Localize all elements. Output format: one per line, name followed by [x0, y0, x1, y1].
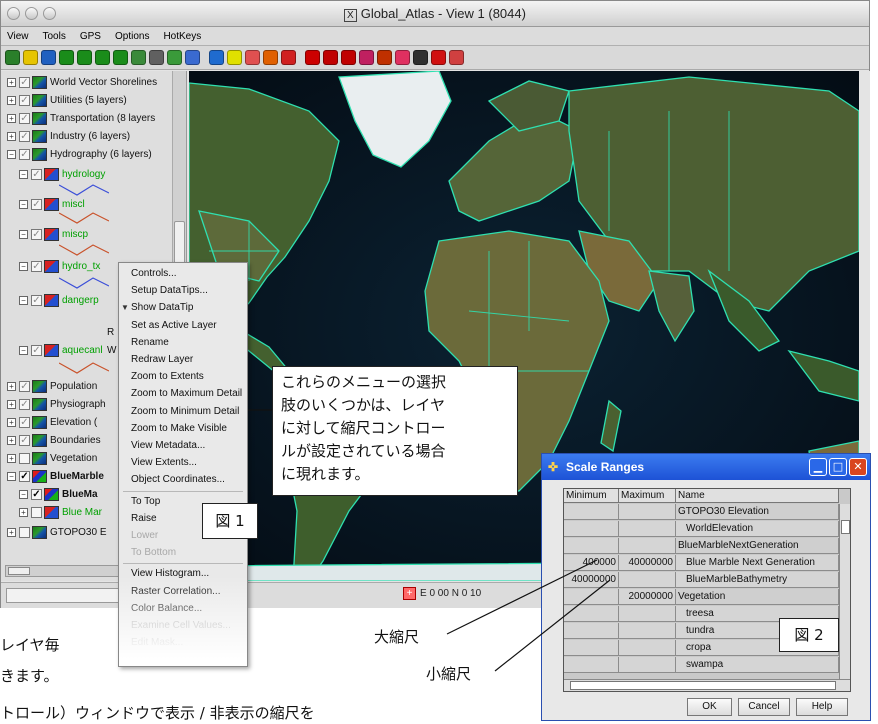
small-scale-leader-line [494, 579, 611, 672]
screenshot-stage: X Global_Atlas - View 1 (8044) View Tools G… [0, 0, 878, 724]
small-scale-label: 小縮尺 [426, 665, 472, 683]
large-scale-leader-line [446, 559, 598, 635]
body-text-line-1: レイヤ毎 [0, 636, 60, 654]
body-text-line-3: トロール）ウィンドウで表示 / 非表示の縮尺を [0, 704, 315, 722]
body-text-line-2: きます。 [0, 667, 59, 685]
large-scale-label: 大縮尺 [374, 628, 420, 646]
annotation-lines [248, 409, 611, 672]
